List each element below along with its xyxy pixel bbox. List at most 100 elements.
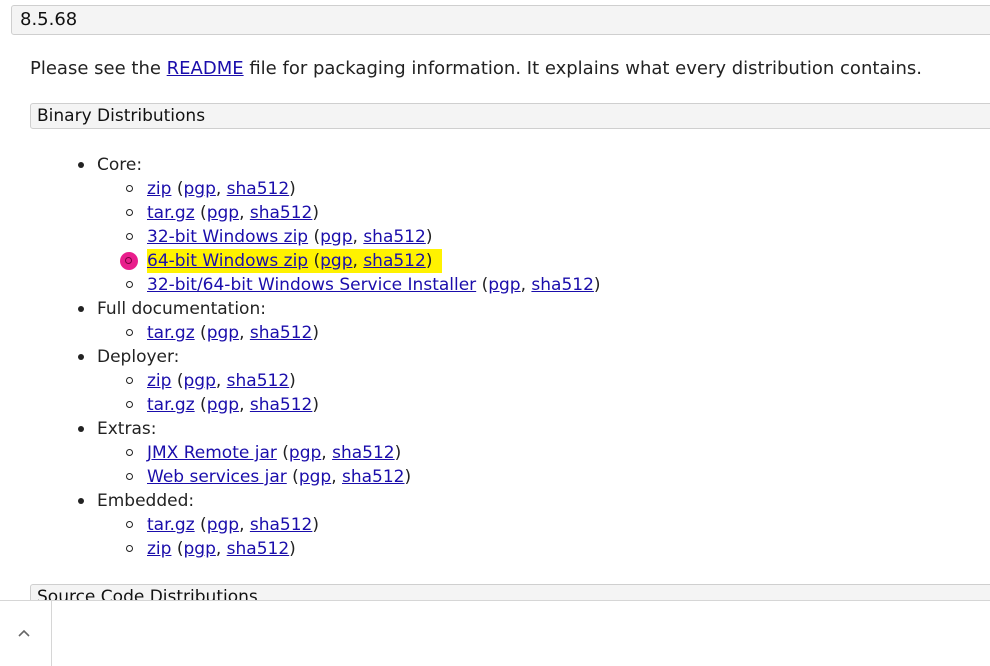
download-link[interactable]: tar.gz [147,515,195,535]
download-link[interactable]: tar.gz [147,323,195,343]
sha512-link[interactable]: sha512 [250,395,313,415]
download-sublist: zip (pgp, sha512) tar.gz (pgp, sha512) 3… [97,177,601,297]
download-item: zip (pgp, sha512) [97,177,601,201]
download-link[interactable]: zip [147,539,171,559]
download-link[interactable]: Web services jar [147,467,287,487]
punct: ( [286,467,299,487]
punct: , [239,515,250,535]
punct: ( [276,443,289,463]
punct: , [352,227,364,247]
punct: , [520,275,532,295]
punct: ) [312,323,320,343]
punct: , [215,539,227,559]
download-item: tar.gz (pgp, sha512) [97,393,601,417]
download-sublist: tar.gz (pgp, sha512) [97,321,601,345]
page: 8.5.68 Please see the README file for pa… [0,0,990,666]
download-item: zip (pgp, sha512) [97,369,601,393]
download-link[interactable]: tar.gz [147,395,195,415]
category-extras: Extras: JMX Remote jar (pgp, sha512) Web… [0,417,601,489]
punct: , [352,251,364,271]
sha512-link[interactable]: sha512 [227,179,290,199]
pgp-link[interactable]: pgp [207,515,239,535]
punct: ( [171,371,184,391]
punct: ( [171,179,184,199]
download-item: JMX Remote jar (pgp, sha512) [97,441,601,465]
distribution-list: Core: zip (pgp, sha512) tar.gz (pgp, sha… [0,153,601,561]
pgp-link[interactable]: pgp [207,323,239,343]
sha512-link[interactable]: sha512 [332,443,395,463]
punct: , [331,467,342,487]
punct: ) [289,179,296,199]
punct: ) [312,203,320,223]
download-item: tar.gz (pgp, sha512) [97,513,601,537]
punct: ( [194,203,207,223]
pgp-link[interactable]: pgp [320,251,352,271]
pgp-link[interactable]: pgp [183,371,215,391]
punct: , [321,443,333,463]
download-item: tar.gz (pgp, sha512) [97,201,601,225]
pgp-link[interactable]: pgp [207,395,239,415]
pgp-link[interactable]: pgp [299,467,331,487]
pgp-link[interactable]: pgp [207,203,239,223]
punct: ) [312,395,320,415]
category-embedded: Embedded: tar.gz (pgp, sha512) zip (pgp,… [0,489,601,561]
collapse-button[interactable] [0,601,52,666]
punct: ) [425,227,433,247]
sha512-link[interactable]: sha512 [227,371,290,391]
download-item: tar.gz (pgp, sha512) [97,321,601,345]
punct: , [239,203,250,223]
download-sublist: zip (pgp, sha512) tar.gz (pgp, sha512) [97,369,601,417]
punct: ) [425,251,433,271]
punct: ) [593,275,601,295]
pgp-link[interactable]: pgp [320,227,352,247]
download-link[interactable]: 32-bit Windows zip [147,227,308,247]
punct: ) [404,467,412,487]
download-link[interactable]: 32-bit/64-bit Windows Service Installer [147,275,476,295]
category-label: Full documentation: [97,299,266,319]
intro-text: Please see the README file for packaging… [30,58,922,80]
binary-distributions-header: Binary Distributions [30,103,990,129]
download-link[interactable]: tar.gz [147,203,195,223]
pgp-link[interactable]: pgp [488,275,520,295]
punct: , [215,371,227,391]
sha512-link[interactable]: sha512 [250,515,313,535]
download-sublist: tar.gz (pgp, sha512) zip (pgp, sha512) [97,513,601,561]
sha512-link[interactable]: sha512 [531,275,594,295]
download-link[interactable]: zip [147,371,171,391]
punct: ( [476,275,489,295]
punct: , [239,323,250,343]
sha512-link[interactable]: sha512 [342,467,405,487]
pgp-link[interactable]: pgp [183,179,215,199]
download-link[interactable]: JMX Remote jar [147,443,277,463]
category-label: Core: [97,155,143,175]
sha512-link[interactable]: sha512 [250,323,313,343]
highlight-mark: 64-bit Windows zip (pgp, sha512) [147,249,443,273]
category-deployer: Deployer: zip (pgp, sha512) tar.gz (pgp,… [0,345,601,417]
readme-link[interactable]: README [167,58,244,79]
sha512-link[interactable]: sha512 [227,539,290,559]
download-item: 32-bit/64-bit Windows Service Installer … [97,273,601,297]
sha512-link[interactable]: sha512 [363,227,426,247]
download-item: 32-bit Windows zip (pgp, sha512) [97,225,601,249]
punct: ( [308,227,321,247]
punct: ) [289,371,296,391]
category-core: Core: zip (pgp, sha512) tar.gz (pgp, sha… [0,153,601,297]
sha512-link[interactable]: sha512 [363,251,426,271]
pgp-link[interactable]: pgp [183,539,215,559]
punct: ( [194,395,207,415]
category-label: Embedded: [97,491,195,511]
annotation-marker-dot [120,252,138,270]
punct: ( [194,515,207,535]
download-item-highlighted: 64-bit Windows zip (pgp, sha512) [97,249,601,273]
download-sublist: JMX Remote jar (pgp, sha512) Web service… [97,441,601,489]
download-link[interactable]: 64-bit Windows zip [147,251,308,271]
punct: ) [394,443,402,463]
intro-after: file for packaging information. It expla… [243,58,922,79]
pgp-link[interactable]: pgp [289,443,321,463]
chevron-up-icon [18,629,30,637]
punct: ( [308,251,321,271]
punct: , [215,179,227,199]
sha512-link[interactable]: sha512 [250,203,313,223]
download-link[interactable]: zip [147,179,171,199]
punct: , [239,395,250,415]
